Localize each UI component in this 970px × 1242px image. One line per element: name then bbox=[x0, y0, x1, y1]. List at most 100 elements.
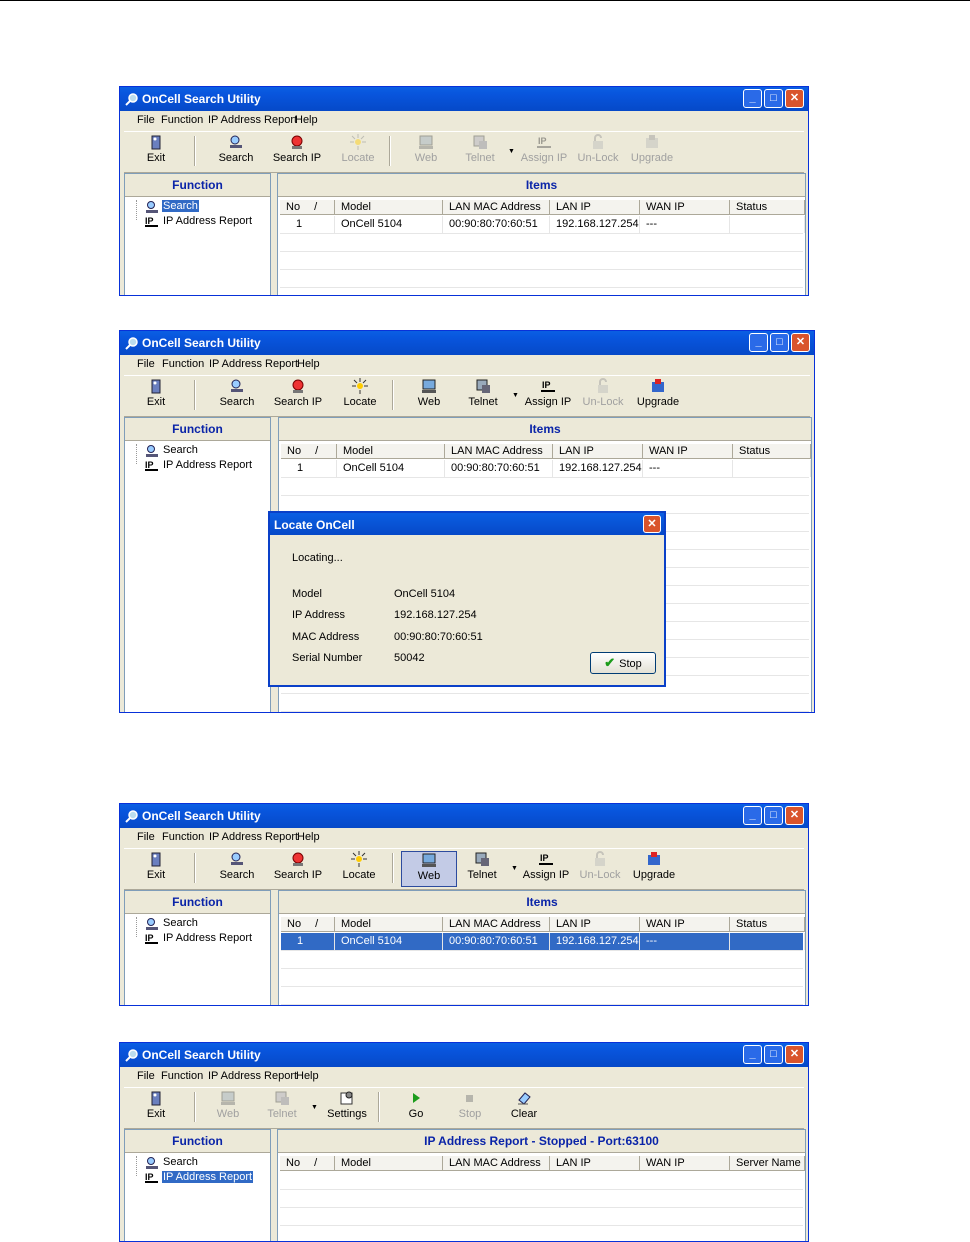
search-button[interactable]: Search bbox=[209, 378, 265, 414]
col-lan-mac[interactable]: LAN MAC Address bbox=[443, 200, 550, 215]
title-bar[interactable]: OnCell Search Utility _ □ ✕ bbox=[120, 87, 808, 111]
stop-button[interactable]: ✔ Stop bbox=[590, 652, 656, 674]
maximize-button[interactable]: □ bbox=[764, 806, 783, 825]
upgrade-button[interactable]: Upgrade bbox=[626, 851, 682, 887]
col-lan-mac[interactable]: LAN MAC Address bbox=[443, 1156, 550, 1171]
col-wan-ip[interactable]: WAN IP bbox=[640, 1156, 730, 1171]
web-button[interactable]: Web bbox=[401, 378, 457, 414]
telnet-button[interactable]: Telnet bbox=[454, 851, 510, 887]
title-bar[interactable]: OnCell Search Utility _ □ ✕ bbox=[120, 1043, 808, 1067]
menu-function[interactable]: Function bbox=[161, 1070, 203, 1082]
col-lan-mac[interactable]: LAN MAC Address bbox=[443, 917, 550, 932]
assign-ip-button[interactable]: IP Assign IP bbox=[520, 378, 576, 414]
dialog-title-bar[interactable]: Locate OnCell ✕ bbox=[270, 513, 664, 535]
unlock-button[interactable]: Un-Lock bbox=[575, 378, 631, 414]
search-ip-button[interactable]: Search IP bbox=[270, 851, 326, 887]
menu-help[interactable]: Help bbox=[295, 114, 318, 126]
table-row[interactable]: 1 OnCell 5104 00:90:80:70:60:51 192.168.… bbox=[281, 460, 811, 478]
telnet-dropdown-arrow[interactable]: ▼ bbox=[511, 865, 518, 872]
col-status[interactable]: Status bbox=[730, 200, 805, 215]
settings-button[interactable]: Settings bbox=[319, 1090, 375, 1126]
menu-ip-address-report[interactable]: IP Address Report bbox=[209, 358, 298, 370]
col-lan-ip[interactable]: LAN IP bbox=[550, 200, 640, 215]
telnet-dropdown-arrow[interactable]: ▼ bbox=[512, 392, 519, 399]
col-lan-ip[interactable]: LAN IP bbox=[550, 1156, 640, 1171]
table-row[interactable]: 1 OnCell 5104 00:90:80:70:60:51 192.168.… bbox=[280, 216, 805, 234]
col-model[interactable]: Model bbox=[337, 444, 445, 459]
telnet-dropdown-arrow[interactable]: ▼ bbox=[311, 1104, 318, 1111]
locate-button[interactable]: Locate bbox=[330, 134, 386, 170]
telnet-dropdown-arrow[interactable]: ▼ bbox=[508, 148, 515, 155]
col-model[interactable]: Model bbox=[335, 917, 443, 932]
maximize-button[interactable]: □ bbox=[764, 1045, 783, 1064]
close-button[interactable]: ✕ bbox=[785, 1045, 804, 1064]
menu-help[interactable]: Help bbox=[297, 358, 320, 370]
locate-button[interactable]: Locate bbox=[332, 378, 388, 414]
maximize-button[interactable]: □ bbox=[764, 89, 783, 108]
web-button[interactable]: Web bbox=[398, 134, 454, 170]
col-lan-mac[interactable]: LAN MAC Address bbox=[445, 444, 553, 459]
search-button[interactable]: Search bbox=[208, 134, 264, 170]
menu-function[interactable]: Function bbox=[162, 358, 204, 370]
col-model[interactable]: Model bbox=[335, 200, 443, 215]
col-no[interactable]: No / bbox=[280, 1156, 335, 1171]
unlock-button[interactable]: Un-Lock bbox=[572, 851, 628, 887]
go-button[interactable]: Go bbox=[388, 1090, 444, 1126]
col-status[interactable]: Status bbox=[733, 444, 811, 459]
dialog-close-button[interactable]: ✕ bbox=[643, 515, 661, 533]
table-row-selected[interactable]: 1 OnCell 5104 00:90:80:70:60:51 192.168.… bbox=[281, 933, 805, 951]
search-ip-button[interactable]: Search IP bbox=[270, 378, 326, 414]
col-wan-ip[interactable]: WAN IP bbox=[640, 917, 730, 932]
menu-file[interactable]: File bbox=[137, 831, 155, 843]
minimize-button[interactable]: _ bbox=[743, 1045, 762, 1064]
minimize-button[interactable]: _ bbox=[743, 89, 762, 108]
clear-button[interactable]: Clear bbox=[496, 1090, 552, 1126]
minimize-button[interactable]: _ bbox=[749, 333, 768, 352]
exit-button[interactable]: Exit bbox=[136, 851, 176, 887]
telnet-button[interactable]: Telnet bbox=[254, 1090, 310, 1126]
stop-button[interactable]: Stop bbox=[442, 1090, 498, 1126]
search-ip-button[interactable]: Search IP bbox=[269, 134, 325, 170]
exit-button[interactable]: Exit bbox=[136, 378, 176, 414]
col-no[interactable]: No / bbox=[281, 917, 335, 932]
minimize-button[interactable]: _ bbox=[743, 806, 762, 825]
menu-file[interactable]: File bbox=[137, 358, 155, 370]
menu-help[interactable]: Help bbox=[296, 1070, 319, 1082]
menu-ip-address-report[interactable]: IP Address Report bbox=[209, 831, 298, 843]
web-button[interactable]: Web bbox=[401, 851, 457, 887]
col-no[interactable]: No / bbox=[280, 200, 335, 215]
maximize-button[interactable]: □ bbox=[770, 333, 789, 352]
menu-file[interactable]: File bbox=[137, 114, 155, 126]
telnet-button[interactable]: Telnet bbox=[452, 134, 508, 170]
title-bar[interactable]: OnCell Search Utility _ □ ✕ bbox=[120, 804, 808, 828]
web-button[interactable]: Web bbox=[200, 1090, 256, 1126]
col-lan-ip[interactable]: LAN IP bbox=[550, 917, 640, 932]
col-server-name[interactable]: Server Name bbox=[730, 1156, 805, 1171]
search-button[interactable]: Search bbox=[209, 851, 265, 887]
col-status[interactable]: Status bbox=[730, 917, 805, 932]
assign-ip-button[interactable]: IP Assign IP bbox=[516, 134, 572, 170]
exit-button[interactable]: Exit bbox=[136, 134, 176, 170]
menu-ip-address-report[interactable]: IP Address Report bbox=[208, 1070, 297, 1082]
close-button[interactable]: ✕ bbox=[785, 806, 804, 825]
col-wan-ip[interactable]: WAN IP bbox=[643, 444, 733, 459]
col-wan-ip[interactable]: WAN IP bbox=[640, 200, 730, 215]
title-bar[interactable]: OnCell Search Utility _ □ ✕ bbox=[120, 331, 814, 355]
menu-function[interactable]: Function bbox=[161, 114, 203, 126]
menu-function[interactable]: Function bbox=[162, 831, 204, 843]
menu-file[interactable]: File bbox=[137, 1070, 155, 1082]
locate-button[interactable]: Locate bbox=[331, 851, 387, 887]
close-button[interactable]: ✕ bbox=[791, 333, 810, 352]
menu-ip-address-report[interactable]: IP Address Report bbox=[208, 114, 297, 126]
telnet-button[interactable]: Telnet bbox=[455, 378, 511, 414]
close-button[interactable]: ✕ bbox=[785, 89, 804, 108]
assign-ip-button[interactable]: IP Assign IP bbox=[518, 851, 574, 887]
exit-button[interactable]: Exit bbox=[136, 1090, 176, 1126]
col-lan-ip[interactable]: LAN IP bbox=[553, 444, 643, 459]
unlock-button[interactable]: Un-Lock bbox=[570, 134, 626, 170]
upgrade-button[interactable]: Upgrade bbox=[630, 378, 686, 414]
menu-help[interactable]: Help bbox=[297, 831, 320, 843]
col-model[interactable]: Model bbox=[335, 1156, 443, 1171]
col-no[interactable]: No / bbox=[281, 444, 337, 459]
upgrade-button[interactable]: Upgrade bbox=[624, 134, 680, 170]
